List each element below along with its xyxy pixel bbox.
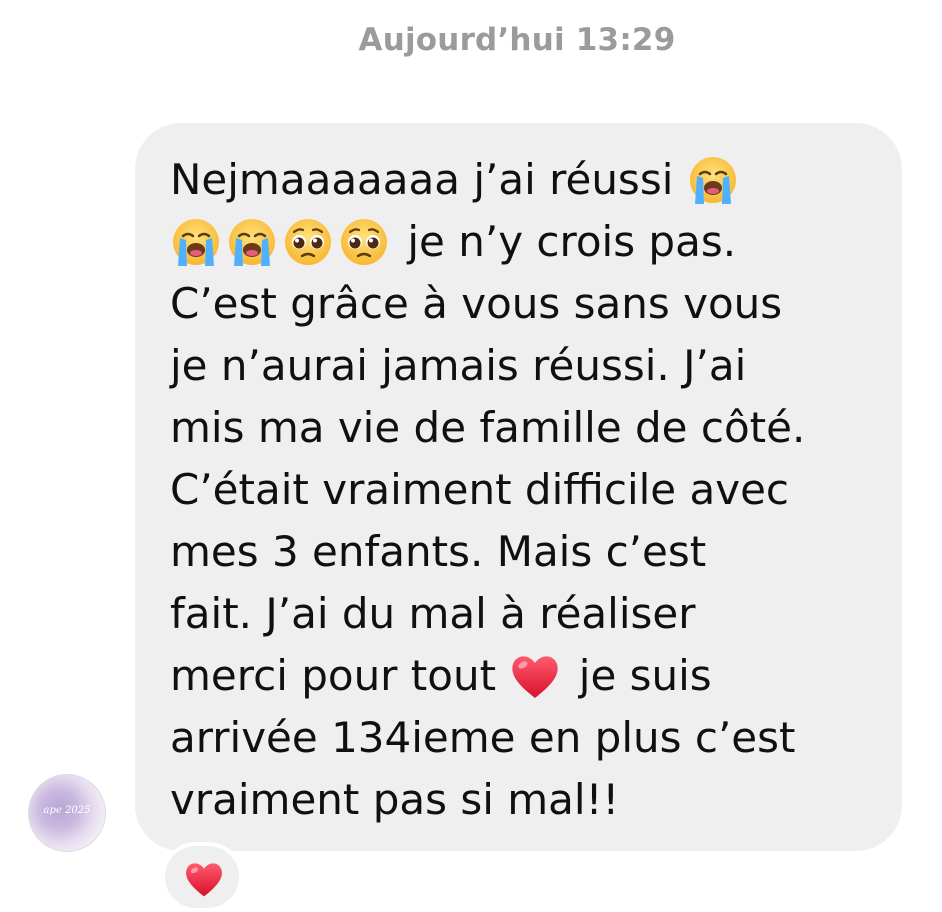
message-line: merci pour tout je suis <box>170 645 882 707</box>
loudly-crying-face-icon <box>687 154 739 206</box>
pleading-face-icon <box>282 216 334 268</box>
loudly-crying-face-icon <box>170 216 222 268</box>
message-line: Nejmaaaaaaa j’ai réussi <box>170 149 882 211</box>
message-timestamp: Aujourd’hui 13:29 <box>358 22 676 58</box>
message-line: C’était vraiment difficile avec <box>170 465 790 514</box>
message-line: je n’y crois pas. <box>170 211 882 273</box>
loudly-crying-face-icon <box>226 216 278 268</box>
message-line: fait. J’ai du mal à réaliser <box>170 589 696 638</box>
message-text: Nejmaaaaaaa j’ai réussi <box>170 155 674 204</box>
message-bubble[interactable]: Nejmaaaaaaa j’ai réussi je n’y crois pas… <box>135 123 902 851</box>
avatar[interactable]: ape 2025 <box>28 774 106 852</box>
message-line: arrivée 134ieme en plus c’est <box>170 713 796 762</box>
red-heart-icon <box>509 650 561 702</box>
message-line: je n’aurai jamais réussi. J’ai <box>170 341 747 390</box>
message-text: merci pour tout <box>170 651 497 700</box>
avatar-text: ape 2025 <box>43 805 91 816</box>
message-line: C’est grâce à vous sans vous <box>170 279 783 328</box>
red-heart-icon <box>183 860 225 898</box>
pleading-face-icon <box>338 216 390 268</box>
message-line: vraiment pas si mal!! <box>170 775 620 824</box>
message-text: je suis <box>578 651 712 700</box>
message-line: mes 3 enfants. Mais c’est <box>170 527 707 576</box>
message-text: je n’y crois pas. <box>407 217 737 266</box>
message-line: mis ma vie de famille de côté. <box>170 403 806 452</box>
reaction-badge[interactable] <box>161 842 243 912</box>
